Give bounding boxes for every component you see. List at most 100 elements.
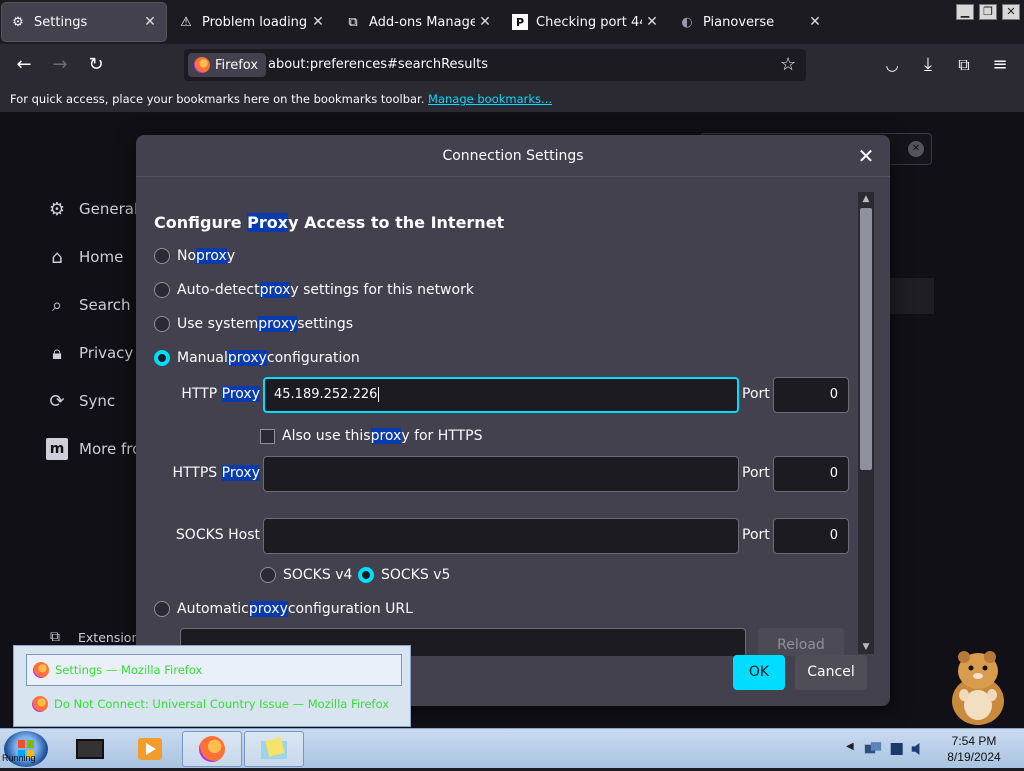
folder-icon	[261, 737, 287, 759]
pocket-icon[interactable]: ◡	[879, 53, 905, 77]
radio-system-proxy[interactable]: Use system proxy settings	[154, 313, 353, 335]
cancel-button[interactable]: Cancel	[795, 655, 867, 690]
app-tray-icon[interactable]	[889, 740, 904, 758]
window-item-settings[interactable]: Settings — Mozilla Firefox	[26, 654, 402, 686]
tab-label: Checking port 445 on	[536, 14, 642, 30]
close-window-button[interactable]: ✕	[1002, 4, 1020, 20]
option-label: Manual	[177, 350, 228, 366]
restore-button[interactable]: ❐	[979, 4, 997, 20]
sidebar-item-search[interactable]: ⌕ Search	[46, 292, 131, 318]
option-label: y	[226, 248, 236, 264]
http-port-input[interactable]: 0	[773, 377, 849, 413]
bookmarks-message: For quick access, place your bookmarks h…	[10, 92, 425, 106]
radio-button-selected[interactable]	[154, 350, 170, 366]
http-proxy-input[interactable]: 45.189.252.226	[263, 377, 739, 413]
tab-label: Add-ons Manager	[369, 14, 475, 30]
scroll-thumb[interactable]	[860, 208, 872, 470]
checkbox[interactable]	[260, 428, 275, 444]
tab-problem-loading[interactable]: ⚠ Problem loading page ✕	[170, 3, 334, 41]
radio-button[interactable]	[260, 567, 276, 583]
close-icon[interactable]: ✕	[642, 14, 662, 30]
radio-button[interactable]	[154, 248, 170, 264]
sidebar-item-general[interactable]: ⚙ General	[46, 196, 138, 222]
star-icon[interactable]: ☆	[780, 54, 796, 75]
taskbar-app-media-player[interactable]	[120, 731, 180, 767]
sidebar-item-label: Search	[79, 296, 131, 314]
radio-button[interactable]	[154, 316, 170, 332]
volume-icon[interactable]	[910, 740, 924, 758]
manage-bookmarks-link[interactable]: Manage bookmarks...	[428, 92, 552, 106]
http-proxy-value: 45.189.252.226	[274, 387, 378, 402]
radio-button[interactable]	[154, 601, 170, 617]
downloads-icon[interactable]: ⤓	[915, 53, 941, 77]
ok-button[interactable]: OK	[733, 655, 785, 690]
option-label: No	[177, 248, 197, 264]
clock-date: 8/19/2024	[947, 750, 1001, 764]
taskbar-app-explorer[interactable]	[244, 731, 304, 767]
checkbox-also-https[interactable]: Also use this prox y for HTTPS	[260, 425, 482, 447]
sidebar-item-more-from-mozilla[interactable]: m More fro	[46, 436, 141, 462]
close-icon[interactable]: ✕	[308, 14, 328, 30]
home-icon: ⌂	[51, 246, 63, 268]
tray-expand-icon[interactable]: ◀	[846, 741, 854, 752]
option-label: Automatic	[177, 601, 249, 617]
reload-button[interactable]: ↻	[83, 53, 109, 77]
option-highlight: prox	[259, 282, 291, 298]
https-port-input[interactable]: 0	[773, 456, 849, 492]
sidebar-item-privacy[interactable]: 🔒︎ Privacy &	[46, 340, 150, 366]
network-icon[interactable]	[864, 739, 883, 759]
sidebar-item-sync[interactable]: ⟳ Sync	[46, 388, 115, 414]
close-icon[interactable]: ✕	[475, 14, 495, 30]
tab-addons-manager[interactable]: ⧉ Add-ons Manager ✕	[337, 3, 501, 41]
radio-auto-config-url[interactable]: Automatic proxy configuration URL	[154, 598, 413, 620]
system-clock[interactable]: 7:54 PM 8/19/2024	[936, 733, 1012, 765]
http-port-label: Port	[742, 386, 770, 402]
terminal-icon	[76, 739, 104, 759]
tab-settings[interactable]: ⚙ Settings ✕	[2, 3, 166, 41]
radio-button[interactable]	[154, 282, 170, 298]
radio-socks-v4[interactable]: SOCKS v4	[260, 564, 352, 586]
sidebar-item-label: Extension	[78, 629, 140, 645]
close-icon[interactable]: ✕	[854, 144, 878, 168]
socks-port-label: Port	[742, 527, 770, 543]
https-proxy-input[interactable]	[263, 456, 739, 492]
socks-host-input[interactable]	[263, 518, 739, 554]
option-highlight: proxy	[227, 350, 267, 366]
running-label: Running	[2, 753, 36, 763]
mozilla-icon: m	[46, 438, 68, 460]
extensions-icon[interactable]: ⧉	[951, 53, 977, 77]
radio-button-selected[interactable]	[358, 567, 374, 583]
puzzle-icon: ⧉	[348, 14, 358, 30]
url-bar[interactable]: Firefox about:preferences#searchResults …	[184, 49, 806, 81]
minimize-button[interactable]: ▁	[956, 4, 974, 20]
reload-button[interactable]: Reload	[758, 628, 844, 656]
option-label: configuration URL	[287, 601, 413, 617]
back-button[interactable]: ←	[11, 53, 37, 77]
scroll-down-icon[interactable]: ▼	[858, 640, 874, 654]
firefox-icon	[33, 662, 49, 678]
tab-checking-port[interactable]: P Checking port 445 on ✕	[504, 3, 668, 41]
option-highlight: proxy	[248, 601, 288, 617]
radio-auto-detect[interactable]: Auto-detect prox y settings for this netw…	[154, 279, 474, 301]
window-item-do-not-connect[interactable]: Do Not Connect: Universal Country Issue …	[26, 688, 402, 720]
close-icon[interactable]: ✕	[140, 14, 160, 30]
forward-button[interactable]: →	[47, 53, 73, 77]
url-text[interactable]: about:preferences#searchResults	[268, 57, 488, 72]
socks-port-input[interactable]: 0	[773, 518, 849, 554]
firefox-icon	[199, 736, 225, 762]
firefox-icon	[32, 696, 48, 712]
taskbar-app-terminal[interactable]	[60, 731, 120, 767]
identity-box[interactable]: Firefox	[188, 53, 267, 77]
close-icon[interactable]: ✕	[805, 14, 825, 30]
taskbar-app-firefox[interactable]	[182, 731, 242, 767]
radio-no-proxy[interactable]: No prox y	[154, 245, 235, 267]
sidebar-item-home[interactable]: ⌂ Home	[46, 244, 123, 270]
dialog-scrollbar[interactable]: ▲ ▼	[858, 192, 874, 654]
http-proxy-label: HTTP Proxy	[166, 386, 260, 402]
menu-icon[interactable]: ≡	[987, 53, 1013, 77]
scroll-up-icon[interactable]: ▲	[858, 192, 874, 206]
radio-socks-v5[interactable]: SOCKS v5	[358, 564, 450, 586]
dialog-heading: Configure Proxy Access to the Internet	[154, 213, 504, 232]
radio-manual-proxy[interactable]: Manual proxy configuration	[154, 347, 360, 369]
tab-pianoverse[interactable]: ◐ Pianoverse ✕	[671, 3, 831, 41]
